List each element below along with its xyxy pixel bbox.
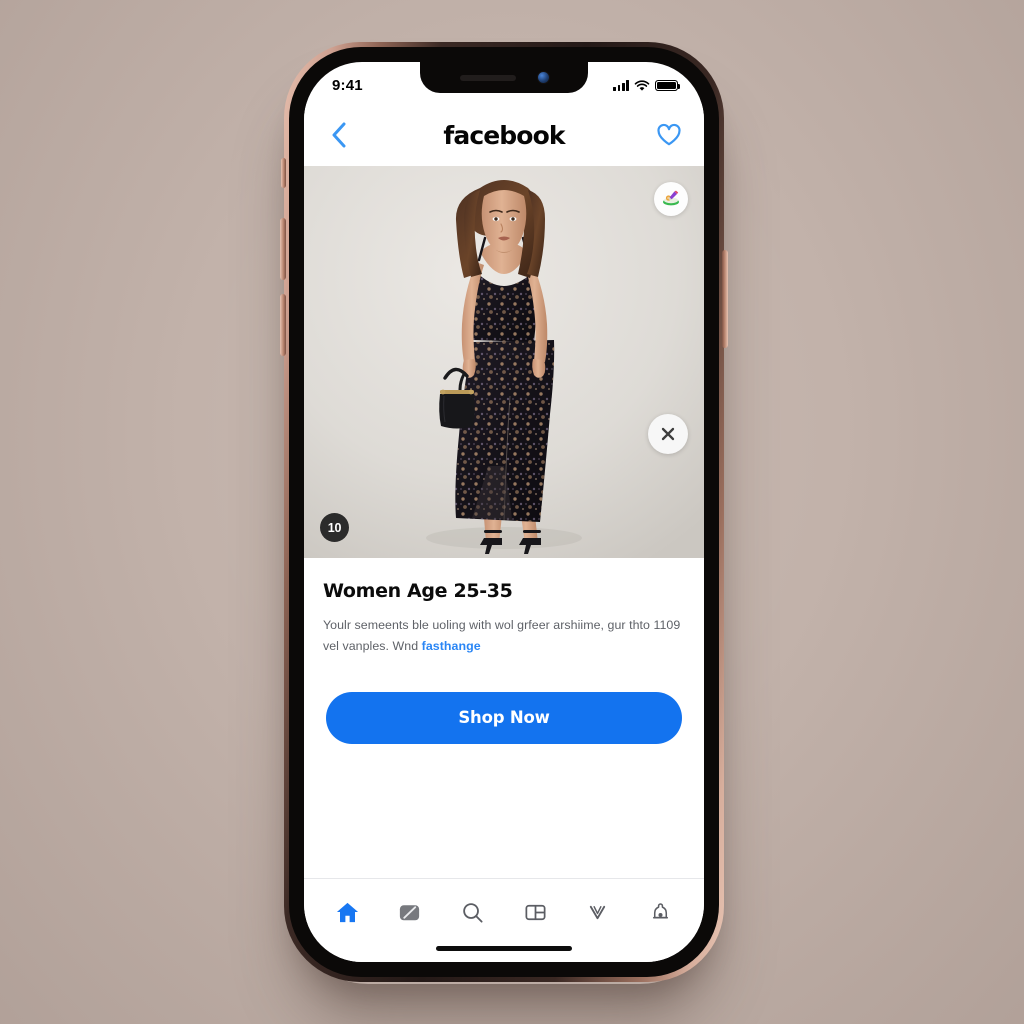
tab-video[interactable] bbox=[388, 893, 432, 931]
phone-bezel: 9:41 facebook 10 Women Age 25-35 Youlr s… bbox=[289, 47, 719, 977]
tab-profile[interactable] bbox=[639, 893, 683, 931]
volume-down-button[interactable] bbox=[280, 294, 286, 356]
tab-notifications[interactable] bbox=[576, 893, 620, 931]
signal-bars-icon bbox=[613, 80, 629, 91]
ad-title: Women Age 25-35 bbox=[323, 580, 513, 602]
notch bbox=[420, 62, 588, 93]
tab-search[interactable] bbox=[451, 893, 495, 931]
heart-outline-icon bbox=[657, 123, 681, 146]
product-photo bbox=[304, 166, 704, 558]
front-camera-icon bbox=[537, 72, 549, 83]
phone-mockup: 9:41 facebook 10 Women Age 25-35 Youlr s… bbox=[280, 42, 728, 982]
ad-inline-link[interactable]: fasthange bbox=[422, 639, 481, 653]
back-button[interactable] bbox=[322, 118, 356, 152]
brand-avatar-icon[interactable] bbox=[654, 182, 688, 216]
shop-now-button[interactable]: Shop Now bbox=[326, 691, 682, 744]
home-indicator[interactable] bbox=[436, 946, 572, 951]
mute-switch-button[interactable] bbox=[281, 158, 286, 188]
page-title: facebook bbox=[443, 120, 565, 150]
battery-full-icon bbox=[655, 79, 681, 92]
status-bar-clock: 9:41 bbox=[332, 77, 363, 94]
phone-frame: 9:41 facebook 10 Women Age 25-35 Youlr s… bbox=[280, 42, 728, 982]
wifi-icon bbox=[634, 79, 650, 91]
chevron-down-v-icon bbox=[590, 905, 606, 919]
close-ad-button[interactable] bbox=[648, 414, 688, 454]
status-bar-indicators bbox=[613, 79, 681, 92]
tab-home[interactable] bbox=[325, 893, 369, 931]
brand-avatar-glyph bbox=[663, 190, 679, 206]
chevron-left-icon bbox=[332, 122, 346, 148]
home-icon bbox=[336, 902, 358, 922]
tab-marketplace[interactable] bbox=[513, 893, 557, 931]
marketplace-grid-icon bbox=[525, 904, 546, 920]
power-button[interactable] bbox=[722, 250, 728, 348]
ad-media[interactable]: 10 bbox=[304, 166, 704, 558]
volume-up-button[interactable] bbox=[280, 218, 286, 280]
ad-description: Youlr semeents ble uoling with wol grfee… bbox=[323, 615, 685, 658]
app-header: facebook bbox=[304, 104, 704, 166]
profile-bell-icon bbox=[653, 902, 669, 918]
search-icon bbox=[463, 902, 483, 923]
favorite-button[interactable] bbox=[652, 118, 686, 152]
phone-screen: 9:41 facebook 10 Women Age 25-35 Youlr s… bbox=[304, 62, 704, 962]
ad-description-line-1: Youlr semeents ble uoling with wol grfee… bbox=[323, 618, 626, 632]
video-square-icon bbox=[400, 904, 420, 920]
earpiece-speaker-icon bbox=[459, 74, 516, 81]
close-x-icon bbox=[661, 427, 675, 441]
ad-content: Women Age 25-35 Youlr semeents ble uolin… bbox=[304, 558, 704, 744]
media-count-badge: 10 bbox=[320, 513, 349, 542]
